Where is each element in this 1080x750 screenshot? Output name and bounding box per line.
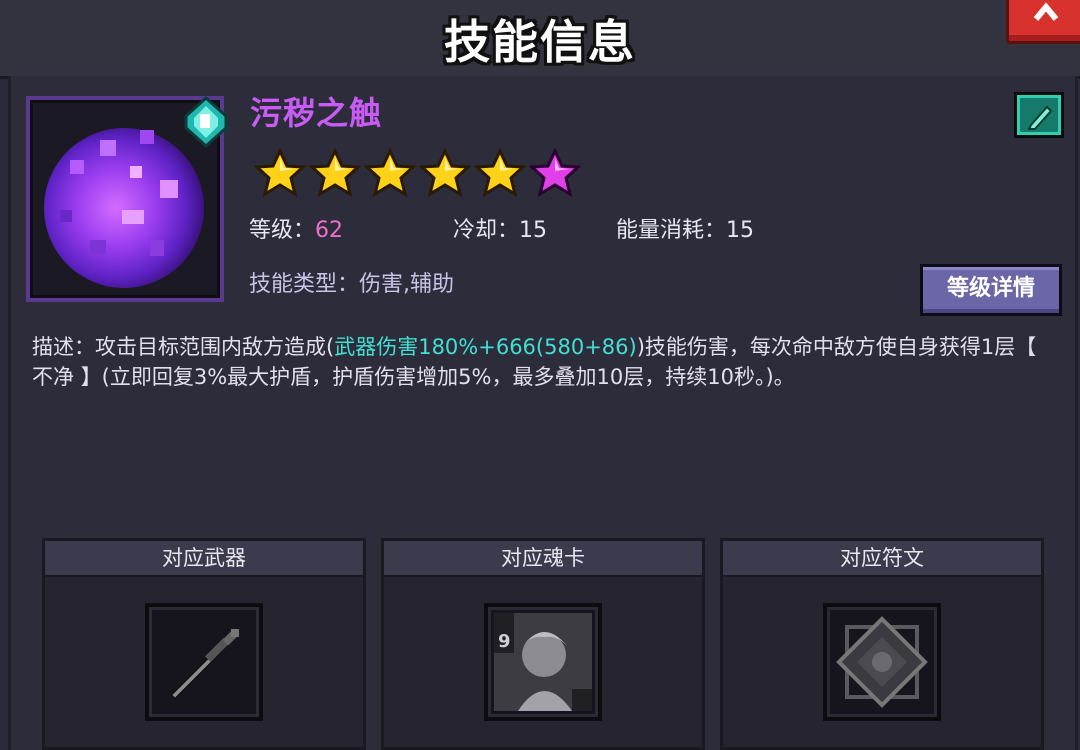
level-stat: 等级：62 bbox=[249, 212, 343, 244]
pink-star-icon bbox=[529, 148, 581, 198]
slot-title: 对应武器 bbox=[45, 541, 363, 577]
card-level: 9 bbox=[498, 631, 511, 652]
gold-star-icon bbox=[309, 148, 361, 198]
energy-label: 能量消耗： bbox=[616, 218, 727, 243]
soul-card-slot: 对应魂卡 9 bbox=[381, 538, 705, 750]
star-rating bbox=[254, 148, 581, 198]
soul-card-button[interactable]: 9 bbox=[484, 603, 602, 721]
cooldown-label: 冷却： bbox=[453, 218, 520, 243]
rarity-gem-icon bbox=[184, 95, 228, 149]
cooldown-value: 15 bbox=[519, 218, 548, 243]
damage-formula: 武器伤害180%+666(580+86) bbox=[334, 335, 637, 359]
energy-value: 15 bbox=[726, 218, 755, 243]
skill-name: 污秽之触 bbox=[250, 94, 383, 132]
rune-button[interactable] bbox=[823, 603, 941, 721]
sword-icon bbox=[169, 628, 240, 701]
header-bar: 技能信息 bbox=[0, 0, 1080, 79]
level-label: 等级： bbox=[249, 218, 316, 243]
description-prefix: 描述：攻击目标范围内敌方造成( bbox=[32, 335, 335, 359]
edit-button[interactable] bbox=[1014, 92, 1064, 138]
weapon-button[interactable] bbox=[145, 603, 263, 721]
close-button[interactable] bbox=[1006, 0, 1080, 44]
weapon-slot: 对应武器 bbox=[42, 538, 366, 750]
rune-icon bbox=[836, 616, 928, 708]
energy-stat: 能量消耗：15 bbox=[616, 212, 754, 244]
gold-star-icon bbox=[474, 148, 526, 198]
level-value: 62 bbox=[315, 218, 344, 243]
soul-card-icon bbox=[494, 613, 592, 711]
slot-title: 对应魂卡 bbox=[384, 541, 702, 577]
level-detail-button[interactable]: 等级详情 bbox=[920, 264, 1062, 316]
cooldown-stat: 冷却：15 bbox=[453, 212, 547, 244]
skill-description: 描述：攻击目标范围内敌方造成(武器伤害180%+666(580+86))技能伤害… bbox=[32, 332, 1056, 392]
type-label: 技能类型： bbox=[249, 272, 360, 297]
pencil-icon bbox=[1027, 105, 1053, 130]
skill-type: 技能类型：伤害,辅助 bbox=[249, 266, 454, 298]
gold-star-icon bbox=[419, 148, 471, 198]
window-title: 技能信息 bbox=[444, 15, 636, 69]
close-icon bbox=[1033, 2, 1059, 21]
rune-slot: 对应符文 bbox=[720, 538, 1044, 750]
gold-star-icon bbox=[364, 148, 416, 198]
gold-star-icon bbox=[254, 148, 306, 198]
slot-title: 对应符文 bbox=[723, 541, 1041, 577]
type-value: 伤害,辅助 bbox=[359, 272, 455, 297]
